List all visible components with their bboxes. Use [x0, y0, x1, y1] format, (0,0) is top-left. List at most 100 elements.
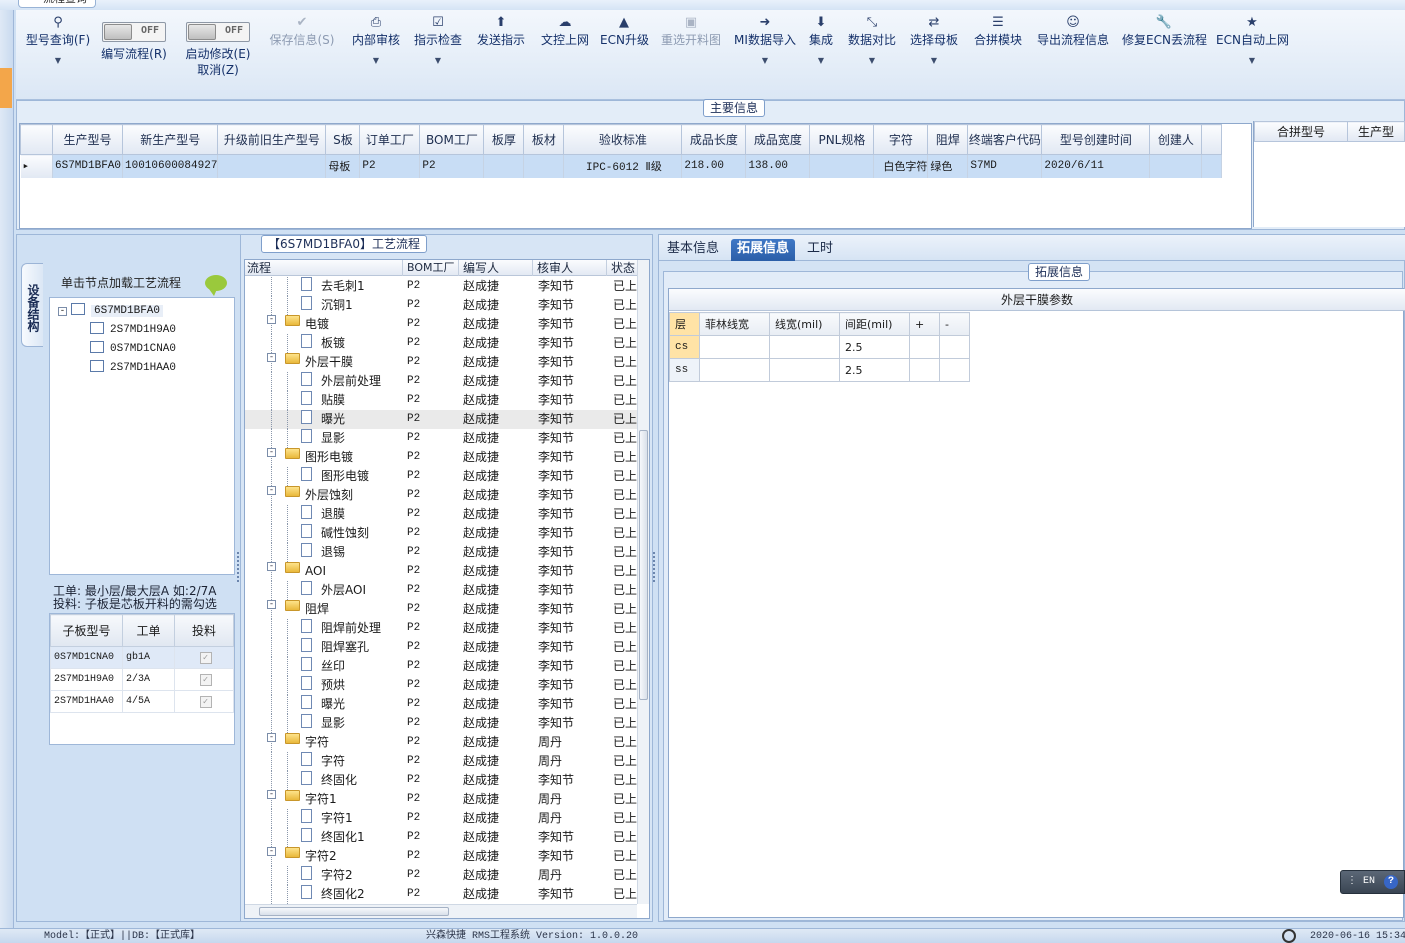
- cell-thickness[interactable]: [483, 154, 525, 178]
- add-row-button[interactable]: +: [909, 312, 940, 336]
- row-indicator-icon[interactable]: ▸: [20, 154, 53, 178]
- process-row[interactable]: - 阻焊 P2 赵成捷 李知节 已上: [245, 600, 637, 619]
- process-row[interactable]: 曝光 P2 赵成捷 李知节 已上: [245, 410, 637, 429]
- cell-layer[interactable]: ss: [669, 358, 700, 382]
- process-row[interactable]: 丝印 P2 赵成捷 李知节 已上: [245, 657, 637, 676]
- process-row[interactable]: 终固化 P2 赵成捷 李知节 已上: [245, 771, 637, 790]
- cell-model[interactable]: 6S7MD1BFA0: [52, 154, 123, 178]
- col-header[interactable]: 工单: [122, 614, 175, 647]
- col-header[interactable]: 阻焊: [927, 124, 969, 155]
- feed-checkbox[interactable]: ✓: [199, 695, 212, 708]
- scroll-thumb[interactable]: [259, 907, 449, 916]
- integrate-button[interactable]: ⬇ 集成 ▼: [806, 10, 836, 90]
- model-query-button[interactable]: ⚲ 型号查询(F) ▼: [20, 10, 96, 90]
- cell-s-board[interactable]: 母板: [325, 154, 361, 178]
- collapse-icon[interactable]: -: [267, 733, 276, 742]
- col-header[interactable]: 投料: [174, 614, 234, 647]
- cell-layer[interactable]: cs: [669, 335, 700, 359]
- splitter-handle[interactable]: [237, 552, 241, 582]
- col-header[interactable]: S板: [325, 124, 361, 155]
- col-header[interactable]: 升级前旧生产型号: [217, 124, 327, 155]
- process-row[interactable]: - 电镀 P2 赵成捷 李知节 已上: [245, 315, 637, 334]
- cell-order[interactable]: gb1A: [122, 646, 175, 669]
- table-row[interactable]: 0S7MD1CNA0 gb1A ✓: [50, 646, 234, 669]
- cell-length[interactable]: 218.00: [681, 154, 747, 178]
- collapse-icon[interactable]: -: [267, 486, 276, 495]
- feed-checkbox[interactable]: ✓: [199, 673, 212, 686]
- col-header[interactable]: 线宽(mil): [769, 312, 840, 336]
- help-icon[interactable]: ?: [1384, 875, 1398, 889]
- col-header[interactable]: 合拼型号: [1254, 121, 1348, 142]
- collapse-icon[interactable]: -: [267, 448, 276, 457]
- table-row[interactable]: cs 2.5: [669, 335, 970, 359]
- process-row[interactable]: 沉铜1 P2 赵成捷 李知节 已上: [245, 296, 637, 315]
- col-header[interactable]: 成品长度: [681, 124, 747, 155]
- tab-extended-info[interactable]: 拓展信息: [731, 239, 796, 261]
- ecn-auto-online-button[interactable]: ★ ECN自动上网 ▼: [1216, 10, 1289, 90]
- cell-bom-factory[interactable]: P2: [419, 154, 485, 178]
- cell-material[interactable]: [523, 154, 565, 178]
- internal-review-button[interactable]: ⎙ 内部审核 ▼: [350, 10, 402, 90]
- data-compare-button[interactable]: ⤡ 数据对比 ▼: [846, 10, 898, 90]
- merge-model-grid[interactable]: 合拼型号 生产型: [1253, 121, 1405, 227]
- process-tree-list[interactable]: 流程 BOM工厂 编写人 核审人 状态 去毛刺1 P2 赵成捷 李知节 已上 沉铜1 P2 赵…: [244, 259, 650, 919]
- sub-board-grid[interactable]: 子板型号 工单 投料 0S7MD1CNA0 gb1A ✓ 2S7MD1H9A0 …: [49, 613, 235, 745]
- start-edit-toggle[interactable]: OFF 启动修改(E) 取消(Z): [180, 10, 256, 90]
- cell-line-width[interactable]: [769, 335, 840, 359]
- export-flow-button[interactable]: ☺ 导出流程信息: [1034, 10, 1112, 90]
- collapse-icon[interactable]: -: [58, 307, 67, 316]
- col-header[interactable]: 板厚: [483, 124, 525, 155]
- doc-online-button[interactable]: ☁ 文控上网: [538, 10, 592, 90]
- ecn-upgrade-button[interactable]: ▲ ECN升级: [600, 10, 649, 90]
- col-header[interactable]: 创建人: [1149, 124, 1203, 155]
- process-row[interactable]: 预烘 P2 赵成捷 李知节 已上: [245, 676, 637, 695]
- save-info-button[interactable]: ✔ 保存信息(S): [266, 10, 338, 90]
- cell-line-width[interactable]: [769, 358, 840, 382]
- cell-film-width[interactable]: [699, 335, 770, 359]
- cell-sub-model[interactable]: 2S7MD1H9A0: [50, 668, 123, 691]
- process-row[interactable]: 外层前处理 P2 赵成捷 李知节 已上: [245, 372, 637, 391]
- process-row[interactable]: 终固化1 P2 赵成捷 李知节 已上: [245, 828, 637, 847]
- col-header[interactable]: 间距(mil): [839, 312, 910, 336]
- select-motherboard-button[interactable]: ⇄ 选择母板 ▼: [908, 10, 960, 90]
- cell-creator[interactable]: [1149, 154, 1203, 178]
- process-row[interactable]: - 图形电镀 P2 赵成捷 李知节 已上: [245, 448, 637, 467]
- cell-old-model[interactable]: [217, 154, 327, 178]
- process-row[interactable]: 字符1 P2 赵成捷 周丹 已上: [245, 809, 637, 828]
- table-row[interactable]: ▸ 6S7MD1BFA0 10010600084927 母板 P2 P2 IPC…: [20, 154, 1223, 178]
- col-header[interactable]: 终端客户代码: [967, 124, 1043, 155]
- process-row[interactable]: 曝光 P2 赵成捷 李知节 已上: [245, 695, 637, 714]
- cell-film-width[interactable]: [699, 358, 770, 382]
- splitter-handle[interactable]: [653, 552, 657, 582]
- col-header[interactable]: 核审人: [533, 260, 607, 276]
- process-row[interactable]: - 外层蚀刻 P2 赵成捷 李知节 已上: [245, 486, 637, 505]
- col-header[interactable]: PNL规格: [809, 124, 875, 155]
- process-row[interactable]: 阻焊塞孔 P2 赵成捷 李知节 已上: [245, 638, 637, 657]
- language-badge[interactable]: ⋮ EN ?: [1340, 870, 1405, 894]
- cell-spacing[interactable]: 2.5: [839, 358, 910, 382]
- col-header[interactable]: 层: [669, 312, 700, 336]
- col-header[interactable]: BOM工厂: [405, 260, 459, 276]
- horizontal-scrollbar[interactable]: [245, 904, 637, 918]
- process-row[interactable]: 显影 P2 赵成捷 李知节 已上: [245, 429, 637, 448]
- process-row[interactable]: 碱性蚀刻 P2 赵成捷 李知节 已上: [245, 524, 637, 543]
- cell-customer-code[interactable]: S7MD: [967, 154, 1043, 178]
- collapse-icon[interactable]: -: [267, 847, 276, 856]
- col-header[interactable]: 编写人: [459, 260, 533, 276]
- cell-standard[interactable]: IPC-6012 Ⅱ级: [563, 154, 683, 178]
- col-header[interactable]: 菲林线宽: [699, 312, 770, 336]
- toggle-switch[interactable]: OFF: [186, 22, 250, 42]
- cell-new-model[interactable]: 10010600084927: [122, 154, 219, 178]
- process-row[interactable]: - 字符2 P2 赵成捷 李知节 已上: [245, 847, 637, 866]
- col-header[interactable]: 验收标准: [563, 124, 683, 155]
- process-row[interactable]: 外层AOI P2 赵成捷 李知节 已上: [245, 581, 637, 600]
- process-row[interactable]: 去毛刺1 P2 赵成捷 李知节 已上: [245, 277, 637, 296]
- repair-ecn-button[interactable]: 🔧 修复ECN丢流程: [1122, 10, 1207, 90]
- write-flow-toggle[interactable]: OFF 编写流程(R): [98, 10, 170, 90]
- cell-order[interactable]: 2/3A: [122, 668, 175, 691]
- col-header[interactable]: 订单工厂: [359, 124, 421, 155]
- table-row[interactable]: 2S7MD1H9A0 2/3A ✓: [50, 668, 234, 691]
- collapse-icon[interactable]: -: [267, 353, 276, 362]
- col-header[interactable]: 流程: [245, 260, 403, 276]
- col-header[interactable]: 生产型号: [52, 124, 123, 155]
